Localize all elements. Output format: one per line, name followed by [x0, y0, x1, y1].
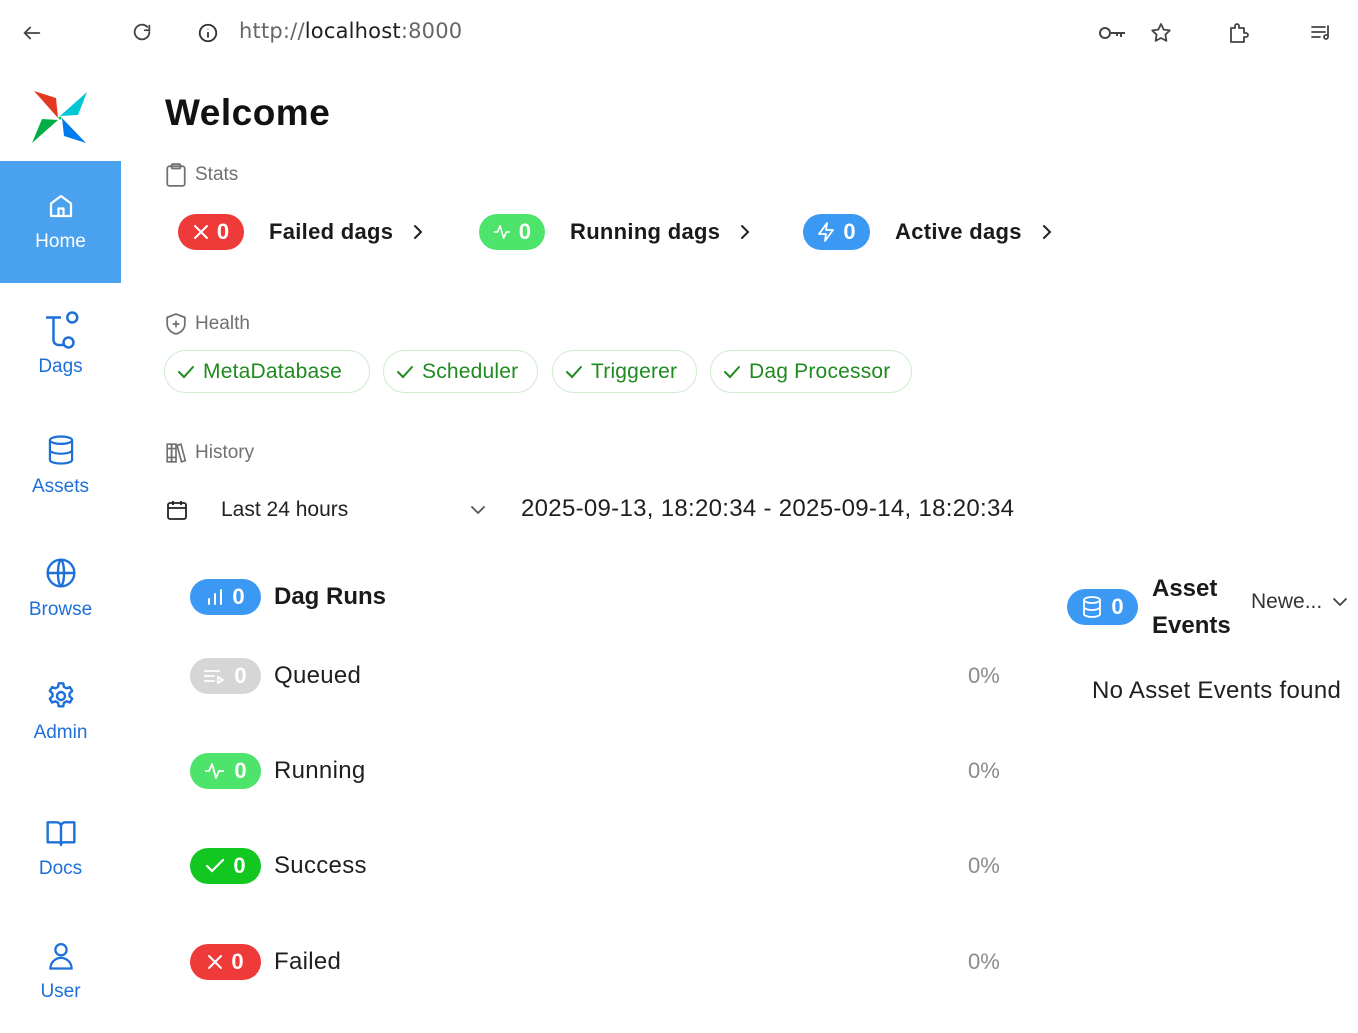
chevron-down-icon [469, 504, 487, 516]
check-icon [724, 365, 740, 378]
health-badge-metadatabase: MetaDatabase [164, 350, 370, 393]
check-icon [178, 365, 194, 378]
book-icon [45, 821, 76, 847]
user-icon [48, 943, 73, 970]
sidebar-item-assets[interactable]: Assets [0, 405, 121, 527]
reload-icon[interactable] [129, 20, 155, 46]
back-arrow-icon[interactable] [19, 20, 45, 46]
dag-runs-header: 0 Dag Runs [190, 579, 386, 615]
chevron-right-icon [1040, 223, 1054, 241]
site-info-icon[interactable] [195, 20, 221, 46]
x-icon [193, 225, 208, 239]
failed-dags-badge: 0 [178, 214, 244, 250]
running-dags-badge: 0 [479, 214, 545, 250]
failed-badge: 0 [190, 944, 261, 980]
queued-percentage: 0% [968, 663, 1000, 688]
failed-dags-stat[interactable]: 0 Failed dags [178, 214, 425, 250]
dag-run-row-failed[interactable]: 0 Failed [190, 944, 341, 980]
clipboard-icon [166, 163, 186, 187]
queued-badge: 0 [190, 658, 261, 694]
x-icon [208, 955, 223, 969]
run-state-label: Failed [274, 948, 342, 975]
reading-list-icon[interactable] [1308, 20, 1334, 46]
running-percentage: 0% [968, 758, 1000, 783]
sidebar-item-label: Docs [38, 858, 83, 879]
activity-icon [205, 763, 225, 779]
success-badge: 0 [190, 848, 261, 884]
browser-toolbar: http://localhost:8000 [0, 0, 1358, 68]
sidebar-item-label: Admin [33, 722, 88, 743]
active-dags-stat[interactable]: 0 Active dags [803, 214, 1054, 250]
asset-events-empty-state: No Asset Events found [1092, 677, 1342, 704]
stats-section-label: Stats [165, 163, 238, 187]
bar-chart-icon [208, 589, 223, 605]
run-state-label: Running [274, 757, 366, 784]
extensions-icon[interactable] [1226, 20, 1252, 46]
run-state-label: Success [274, 852, 367, 879]
check-icon [206, 858, 225, 873]
home-icon [49, 194, 72, 218]
key-icon[interactable] [1097, 20, 1127, 46]
books-icon [166, 443, 187, 463]
dag-runs-badge: 0 [190, 579, 261, 615]
queue-icon [204, 670, 226, 684]
active-dags-badge: 0 [803, 214, 870, 250]
sidebar-item-browse[interactable]: Browse [0, 528, 121, 650]
timerange-select[interactable]: Last 24 hours [165, 498, 487, 522]
timerange-picker: Last 24 hours 2025-09-13, 18:20:34 - 202… [165, 490, 1014, 530]
sidebar-item-label: Browse [28, 599, 93, 620]
failed-percentage: 0% [968, 949, 1000, 974]
shield-plus-icon [166, 313, 186, 335]
sidebar-item-home[interactable]: Home [0, 161, 121, 283]
lightning-icon [818, 222, 835, 242]
dags-icon [45, 311, 78, 349]
star-icon[interactable] [1148, 20, 1174, 46]
sidebar-nav: Home Dags Assets Browse Admin Docs User [0, 68, 121, 1013]
chevron-right-icon [411, 223, 425, 241]
activity-icon [493, 224, 510, 240]
active-dags-label: Active dags [895, 219, 1022, 244]
health-badge-triggerer: Triggerer [552, 350, 697, 393]
chevron-down-icon [1333, 598, 1348, 607]
asset-events-sort-select[interactable]: Newe... [1251, 590, 1348, 614]
airflow-logo-icon [32, 91, 87, 143]
sidebar-item-label: Home [35, 231, 86, 252]
asset-events-badge: 0 [1067, 589, 1138, 625]
calendar-icon [165, 498, 189, 522]
dag-run-row-success[interactable]: 0 Success [190, 848, 367, 884]
sidebar-item-label: Dags [38, 356, 83, 377]
running-dags-stat[interactable]: 0 Running dags [479, 214, 752, 250]
sidebar-item-label: Assets [31, 476, 90, 497]
dag-runs-title: Dag Runs [274, 583, 387, 610]
sidebar-item-dags[interactable]: Dags [0, 283, 121, 405]
sidebar-item-label: User [40, 981, 81, 1002]
success-percentage: 0% [968, 853, 1000, 878]
dag-run-row-running[interactable]: 0 Running [190, 753, 366, 789]
history-section-label: History [165, 442, 254, 464]
sidebar-item-user[interactable]: User [0, 911, 121, 1033]
timerange-text: 2025-09-13, 18:20:34 - 2025-09-14, 18:20… [521, 495, 1015, 522]
health-badge-dag-processor: Dag Processor [710, 350, 912, 393]
health-section-label: Health [165, 313, 250, 335]
sidebar-item-docs[interactable]: Docs [0, 788, 121, 910]
timerange-value: Last 24 hours [221, 498, 349, 521]
asset-events-title: Asset Events [1152, 575, 1231, 639]
failed-dags-label: Failed dags [269, 219, 394, 244]
asset-events-header: 0 Asset Events [1067, 570, 1242, 644]
address-bar[interactable]: http://localhost:8000 [239, 19, 462, 43]
run-state-label: Queued [274, 662, 362, 689]
database-icon [1083, 596, 1102, 618]
database-icon [48, 435, 73, 465]
globe-icon [45, 558, 76, 588]
page-title: Welcome [165, 92, 331, 133]
health-badge-scheduler: Scheduler [383, 350, 538, 393]
chevron-right-icon [738, 223, 752, 241]
check-icon [566, 365, 582, 378]
gear-icon [48, 682, 73, 708]
running-dags-label: Running dags [570, 219, 721, 244]
check-icon [397, 365, 413, 378]
dag-run-row-queued[interactable]: 0 Queued [190, 658, 361, 694]
running-badge: 0 [190, 753, 261, 789]
sidebar-item-admin[interactable]: Admin [0, 651, 121, 773]
